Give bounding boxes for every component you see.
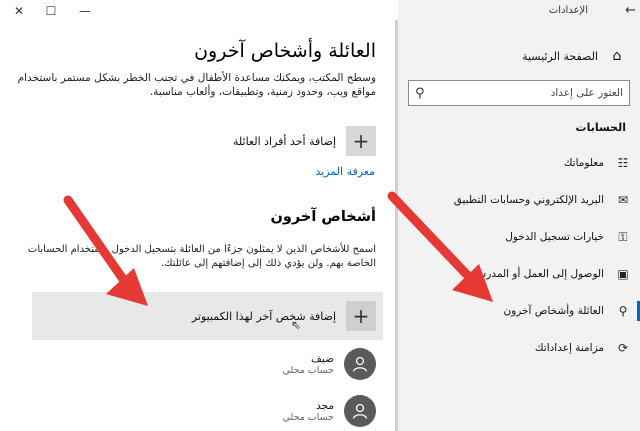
search-box[interactable]: ⚲ <box>408 80 630 106</box>
sidebar-item-sync-settings[interactable]: ⟳ مزامنة إعداداتك <box>406 335 632 361</box>
minimize-icon[interactable]: — <box>70 3 100 19</box>
avatar <box>344 395 376 427</box>
briefcase-icon: ▣ <box>617 267 629 281</box>
key-icon: ⚿ <box>618 229 628 244</box>
add-family-member-label: إضافة أحد أفراد العائلة <box>232 134 336 148</box>
person-card-icon: ☷ <box>617 156 629 170</box>
sidebar-heading: الحسابات <box>575 121 626 134</box>
add-family-member-button[interactable]: + إضافة أحد أفراد العائلة <box>233 126 376 156</box>
user-account-type: حساب محلي <box>282 411 335 423</box>
home-icon: ⌂ <box>612 48 622 64</box>
user-account-majd[interactable]: مجد حساب محلي <box>282 394 376 428</box>
sidebar-item-label: مزامنة إعداداتك <box>534 342 604 354</box>
sidebar-item-label: معلوماتك <box>563 157 604 169</box>
sidebar-item-label: الوصول إلى العمل أو المدرسة <box>471 268 604 280</box>
learn-more-link[interactable]: معرفة المزيد <box>315 165 375 178</box>
plus-icon: + <box>346 301 376 331</box>
sidebar-item-label: العائلة وأشخاص آخرون <box>503 305 604 317</box>
sync-icon: ⟳ <box>617 341 629 355</box>
close-icon[interactable]: ✕ <box>4 3 34 19</box>
sidebar: ← الإعدادات ⌂ الصفحة الرئيسية ⚲ الحسابات… <box>398 0 640 431</box>
window-title: الإعدادات <box>548 5 588 16</box>
sidebar-item-label: خيارات تسجيل الدخول <box>505 231 604 243</box>
page-title: العائلة وأشخاص آخرون <box>194 40 376 62</box>
mail-icon: ✉ <box>617 193 629 207</box>
user-account-guest[interactable]: ضيف حساب محلي <box>282 347 376 381</box>
main-pane: ✕ ☐ — العائلة وأشخاص آخرون وسطح المكتب، … <box>0 0 398 431</box>
sidebar-item-your-info[interactable]: ☷ معلوماتك <box>406 150 632 176</box>
other-people-description: اسمح للأشخاص الذين لا يمثلون جزءًا من ال… <box>27 244 376 269</box>
user-account-type: حساب محلي <box>282 364 335 376</box>
plus-icon: + <box>346 126 376 156</box>
sidebar-item-email-accounts[interactable]: ✉ البريد الإلكتروني وحسابات التطبيق <box>406 187 632 213</box>
add-other-person-button[interactable]: + إضافة شخص آخر لهذا الكمبيوتر <box>192 301 376 331</box>
sidebar-item-work-school[interactable]: ▣ الوصول إلى العمل أو المدرسة <box>406 261 632 287</box>
sidebar-home-label: الصفحة الرئيسية <box>522 49 598 63</box>
sidebar-item-family-others[interactable]: ⚲ العائلة وأشخاص آخرون <box>406 298 640 324</box>
mouse-cursor-icon: ⇖ <box>291 318 302 332</box>
person-icon <box>352 356 368 372</box>
sidebar-item-sign-in-options[interactable]: ⚿ خيارات تسجيل الدخول <box>406 224 632 250</box>
other-people-title: أشخاص آخرون <box>270 209 376 225</box>
avatar <box>344 348 376 380</box>
search-icon[interactable]: ⚲ <box>415 86 425 101</box>
user-name: مجد <box>316 399 334 412</box>
intro-text: وسطح المكتب، ويمكنك مساعدة الأطفال في تج… <box>17 72 376 98</box>
person-icon: ⚲ <box>618 304 628 318</box>
sidebar-home[interactable]: ⌂ الصفحة الرئيسية <box>522 48 626 64</box>
add-other-person-label: إضافة شخص آخر لهذا الكمبيوتر <box>191 309 336 323</box>
maximize-icon[interactable]: ☐ <box>36 3 66 19</box>
person-icon <box>352 403 368 419</box>
sidebar-item-label: البريد الإلكتروني وحسابات التطبيق <box>453 194 604 206</box>
user-name: ضيف <box>311 352 334 365</box>
search-input[interactable] <box>443 87 623 99</box>
back-arrow-icon[interactable]: ← <box>625 3 636 18</box>
